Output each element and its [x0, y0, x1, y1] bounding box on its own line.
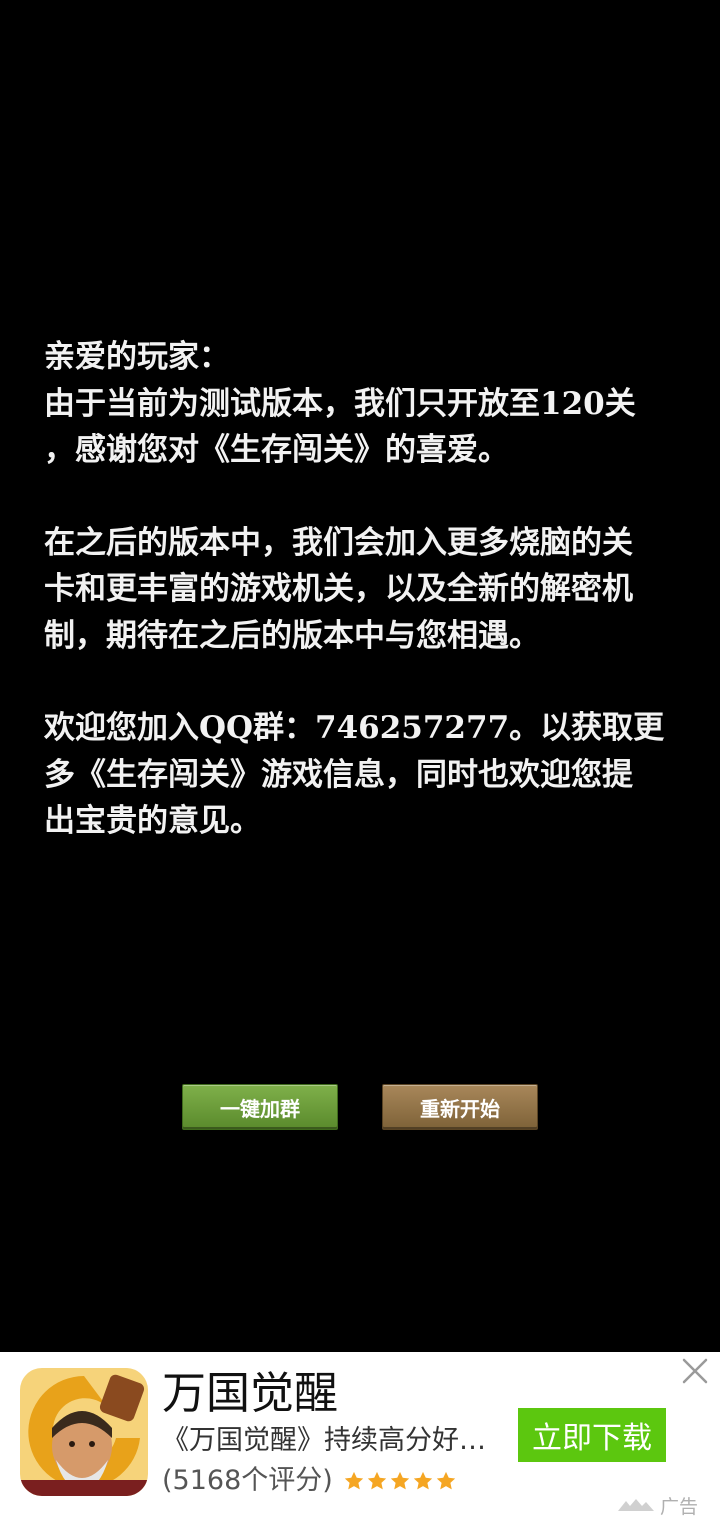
warrior-app-icon[interactable] [20, 1368, 148, 1496]
notice-salutation: 亲爱的玩家： [44, 339, 230, 375]
star-icon [413, 1471, 432, 1490]
ad-description[interactable]: 《万国觉醒》持续高分好评，精彩内容等你来 [162, 1422, 510, 1460]
ad-rating: (5168个评分) [162, 1462, 457, 1500]
join-group-button[interactable]: 一键加群 [182, 1084, 338, 1130]
ad-download-button[interactable]: 立即下载 [518, 1408, 666, 1462]
game-screen: 亲爱的玩家： 由于当前为测试版本，我们只开放至120关 ，感谢您对《生存闯关》的… [0, 0, 720, 1352]
notice-paragraph-qq-group: 欢迎您加入QQ群：746257277。以获取更 多《生存闯关》游戏信息，同时也欢… [44, 710, 665, 839]
ad-logo-icon [618, 1499, 654, 1511]
restart-button[interactable]: 重新开始 [382, 1084, 538, 1130]
ad-banner[interactable]: 万国觉醒 《万国觉醒》持续高分好评，精彩内容等你来 (5168个评分) 立即下载… [0, 1352, 720, 1520]
ad-badge-label: 广告 [660, 1495, 699, 1518]
star-icon [344, 1471, 363, 1490]
close-icon[interactable] [680, 1356, 710, 1386]
notice-paragraph-version: 由于当前为测试版本，我们只开放至120关 ，感谢您对《生存闯关》的喜爱。 [44, 385, 636, 469]
ad-badge: 广告 [616, 1492, 698, 1518]
star-icon [436, 1471, 455, 1490]
star-icon [367, 1471, 386, 1490]
ad-rating-count: (5168个评分) [162, 1465, 333, 1496]
rating-stars [343, 1470, 457, 1492]
ad-app-title[interactable]: 万国觉醒 [162, 1366, 338, 1422]
star-icon [390, 1471, 409, 1490]
notice-paragraph-future: 在之后的版本中，我们会加入更多烧脑的关 卡和更丰富的游戏机关，以及全新的解密机 … [44, 524, 633, 654]
notice-message: 亲爱的玩家： 由于当前为测试版本，我们只开放至120关 ，感谢您对《生存闯关》的… [44, 334, 684, 891]
